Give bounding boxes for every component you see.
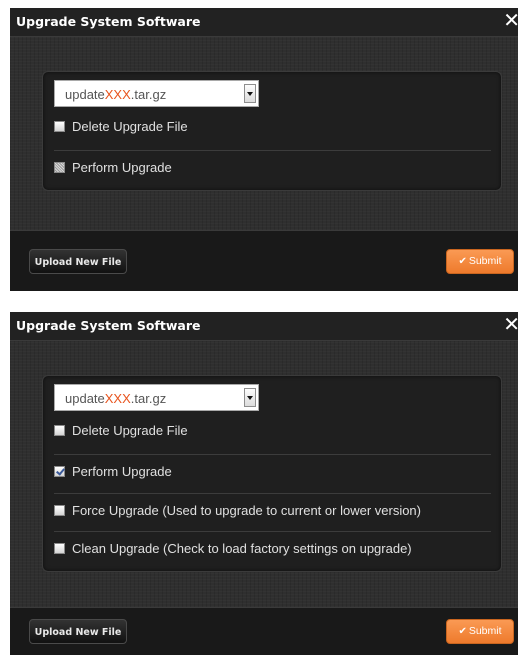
option-delete-upgrade-file[interactable]: Delete Upgrade File [54, 110, 491, 144]
option-clean-upgrade[interactable]: Clean Upgrade (Check to load factory set… [54, 531, 491, 566]
upgrade-file-select[interactable]: updateXXX.tar.gz [54, 384, 259, 411]
clean-upgrade-checkbox[interactable] [54, 543, 65, 554]
upgrade-dialog-expanded: Upgrade System Software ✕ updateXXX.tar.… [10, 312, 518, 655]
delete-upgrade-file-label: Delete Upgrade File [72, 119, 188, 134]
option-force-upgrade[interactable]: Force Upgrade (Used to upgrade to curren… [54, 493, 491, 528]
submit-button[interactable]: ✔ Submit [446, 619, 514, 644]
upload-new-file-button[interactable]: Upload New File [29, 619, 127, 644]
delete-upgrade-file-checkbox[interactable] [54, 425, 65, 436]
dialog-title: Upgrade System Software [16, 318, 201, 333]
dialog-footer: Upload New File ✔ Submit [10, 607, 518, 655]
delete-upgrade-file-checkbox[interactable] [54, 121, 65, 132]
check-icon: ✔ [458, 626, 467, 637]
dialog-titlebar: Upgrade System Software ✕ [10, 8, 518, 37]
force-upgrade-label: Force Upgrade (Used to upgrade to curren… [72, 503, 421, 518]
dialog-body: updateXXX.tar.gz Delete Upgrade File Per… [10, 37, 518, 230]
perform-upgrade-label: Perform Upgrade [72, 160, 172, 175]
perform-upgrade-checkbox[interactable] [54, 466, 65, 477]
upload-new-file-button[interactable]: Upload New File [29, 249, 127, 274]
chevron-down-icon[interactable] [244, 388, 256, 407]
perform-upgrade-checkbox[interactable] [54, 162, 65, 173]
chevron-down-icon[interactable] [244, 84, 256, 103]
option-perform-upgrade[interactable]: Perform Upgrade [54, 150, 491, 185]
dialog-titlebar: Upgrade System Software ✕ [10, 312, 518, 341]
force-upgrade-checkbox[interactable] [54, 505, 65, 516]
submit-label: Submit [468, 255, 502, 267]
perform-upgrade-label: Perform Upgrade [72, 464, 172, 479]
delete-upgrade-file-label: Delete Upgrade File [72, 423, 188, 438]
dialog-footer: Upload New File ✔ Submit [10, 230, 518, 291]
options-panel: updateXXX.tar.gz Delete Upgrade File Per… [42, 375, 502, 572]
dialog-title: Upgrade System Software [16, 14, 201, 29]
upgrade-file-select[interactable]: updateXXX.tar.gz [54, 80, 259, 107]
check-icon: ✔ [458, 256, 467, 267]
upgrade-dialog-collapsed: Upgrade System Software ✕ updateXXX.tar.… [10, 8, 518, 291]
selected-file-name: updateXXX.tar.gz [65, 87, 167, 102]
options-panel: updateXXX.tar.gz Delete Upgrade File Per… [42, 71, 502, 191]
submit-label: Submit [468, 625, 502, 637]
close-icon[interactable]: ✕ [503, 314, 518, 334]
selected-file-name: updateXXX.tar.gz [65, 391, 167, 406]
submit-button[interactable]: ✔ Submit [446, 249, 514, 274]
option-perform-upgrade[interactable]: Perform Upgrade [54, 454, 491, 489]
dialog-body: updateXXX.tar.gz Delete Upgrade File Per… [10, 341, 518, 607]
clean-upgrade-label: Clean Upgrade (Check to load factory set… [72, 541, 412, 556]
close-icon[interactable]: ✕ [503, 10, 518, 30]
option-delete-upgrade-file[interactable]: Delete Upgrade File [54, 414, 491, 448]
